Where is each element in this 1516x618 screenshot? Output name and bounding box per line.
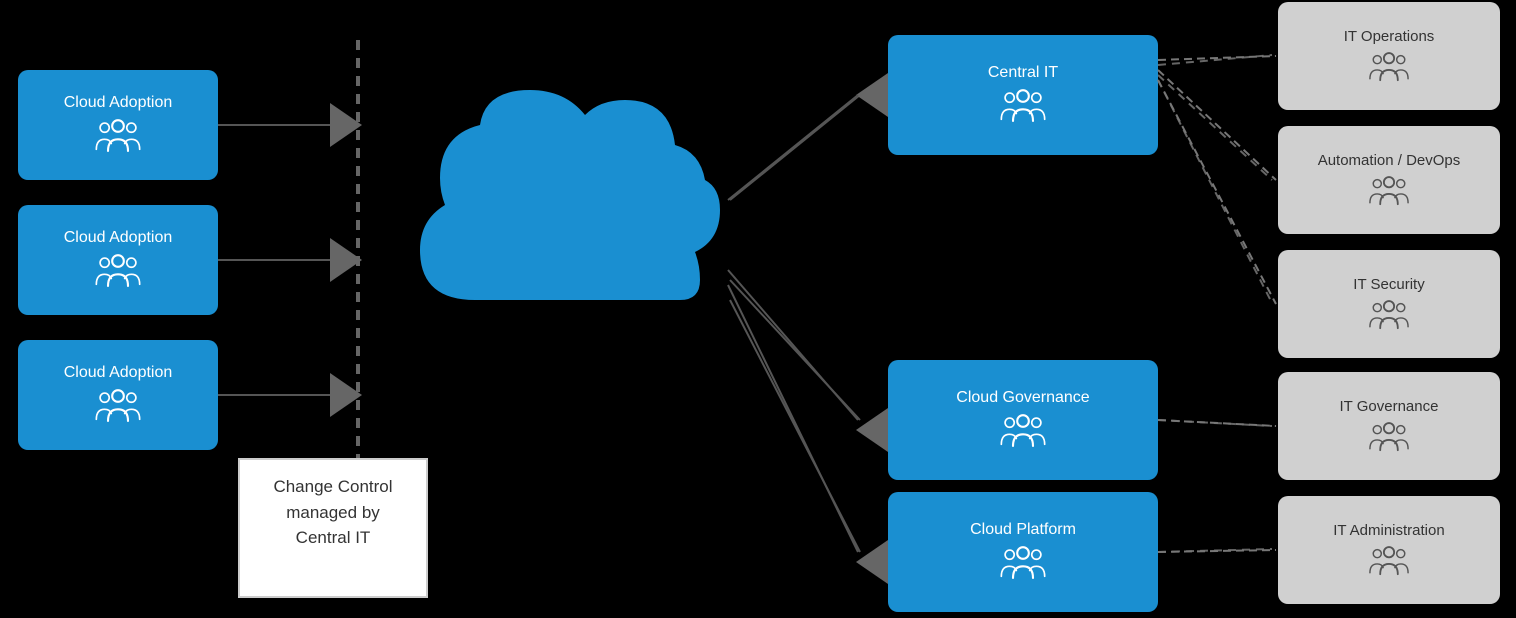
it-security-people-icon xyxy=(1367,297,1411,333)
automation-devops-people-icon xyxy=(1367,173,1411,209)
diagram: Cloud Adoption Cloud Adoption Cloud Adop… xyxy=(0,0,1516,618)
cloud-adoption-card-2: Cloud Adoption xyxy=(18,205,218,315)
arrow-right-2 xyxy=(330,238,362,282)
central-it-card: Central IT xyxy=(888,35,1158,155)
cloud-adoption-label-2: Cloud Adoption xyxy=(64,229,173,247)
cloud-platform-label: Cloud Platform xyxy=(970,521,1076,539)
change-control-box: Change Controlmanaged byCentral IT xyxy=(238,458,428,598)
cloud-adoption-card-3: Cloud Adoption xyxy=(18,340,218,450)
people-icon-2 xyxy=(93,251,143,291)
it-governance-label: IT Governance xyxy=(1340,398,1439,415)
it-administration-people-icon xyxy=(1367,543,1411,579)
cloud-governance-card: Cloud Governance xyxy=(888,360,1158,480)
it-governance-people-icon xyxy=(1367,419,1411,455)
it-operations-label: IT Operations xyxy=(1344,28,1435,45)
it-administration-card: IT Administration xyxy=(1278,496,1500,604)
arrow-left-platform xyxy=(856,540,888,584)
cloud-platform-people-icon xyxy=(998,543,1048,583)
arrow-left-governance xyxy=(856,408,888,452)
arrow-left-central xyxy=(856,73,888,117)
it-administration-label: IT Administration xyxy=(1333,522,1444,539)
cloud-governance-people-icon xyxy=(998,411,1048,451)
people-icon-1 xyxy=(93,116,143,156)
cloud-platform-card: Cloud Platform xyxy=(888,492,1158,612)
it-operations-card: IT Operations xyxy=(1278,2,1500,110)
arrow-right-1 xyxy=(330,103,362,147)
it-security-label: IT Security xyxy=(1353,276,1424,293)
it-governance-card: IT Governance xyxy=(1278,372,1500,480)
cloud-shape xyxy=(390,80,730,365)
cloud-adoption-label-3: Cloud Adoption xyxy=(64,364,173,382)
automation-devops-card: Automation / DevOps xyxy=(1278,126,1500,234)
cloud-adoption-label-1: Cloud Adoption xyxy=(64,94,173,112)
cloud-adoption-card-1: Cloud Adoption xyxy=(18,70,218,180)
central-it-label: Central IT xyxy=(988,64,1058,82)
it-security-card: IT Security xyxy=(1278,250,1500,358)
cloud-governance-label: Cloud Governance xyxy=(956,389,1089,407)
people-icon-3 xyxy=(93,386,143,426)
central-it-people-icon xyxy=(998,86,1048,126)
automation-devops-label: Automation / DevOps xyxy=(1318,152,1461,169)
it-operations-people-icon xyxy=(1367,49,1411,85)
arrow-right-3 xyxy=(330,373,362,417)
change-control-label: Change Controlmanaged byCentral IT xyxy=(273,477,392,547)
